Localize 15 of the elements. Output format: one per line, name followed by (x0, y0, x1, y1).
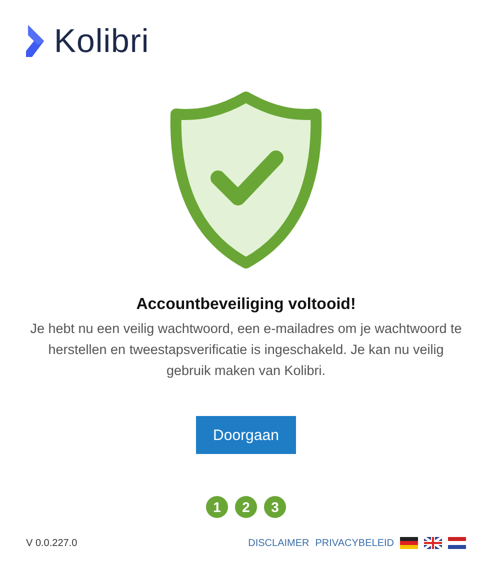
logo-icon (26, 25, 44, 57)
success-title: Accountbeveiliging voltooid! (135, 296, 357, 314)
footer-link[interactable]: DISCLAIMER (248, 538, 310, 548)
step-indicator: 2 (235, 496, 257, 518)
logo-text: Kolibri (54, 22, 150, 60)
step-indicator: 3 (264, 496, 286, 518)
step-indicator: 1 (206, 496, 228, 518)
footer-link[interactable]: PRIVACYBELEID (315, 538, 394, 548)
shield-check-icon (168, 90, 324, 270)
continue-button[interactable]: Doorgaan (196, 416, 296, 454)
version-text: V 0.0.227.0 (26, 538, 78, 548)
success-message: Je hebt nu een veilig wachtwoord, een e-mailadres om je wachtwoord te herstellen en tweestapsverificatie is ingeschakeld. Je kan nu veilig gebruik maken van Kolibri. (29, 320, 463, 380)
flag-icon[interactable] (448, 537, 466, 549)
flag-icon[interactable] (424, 537, 442, 549)
flag-icon[interactable] (400, 537, 418, 549)
